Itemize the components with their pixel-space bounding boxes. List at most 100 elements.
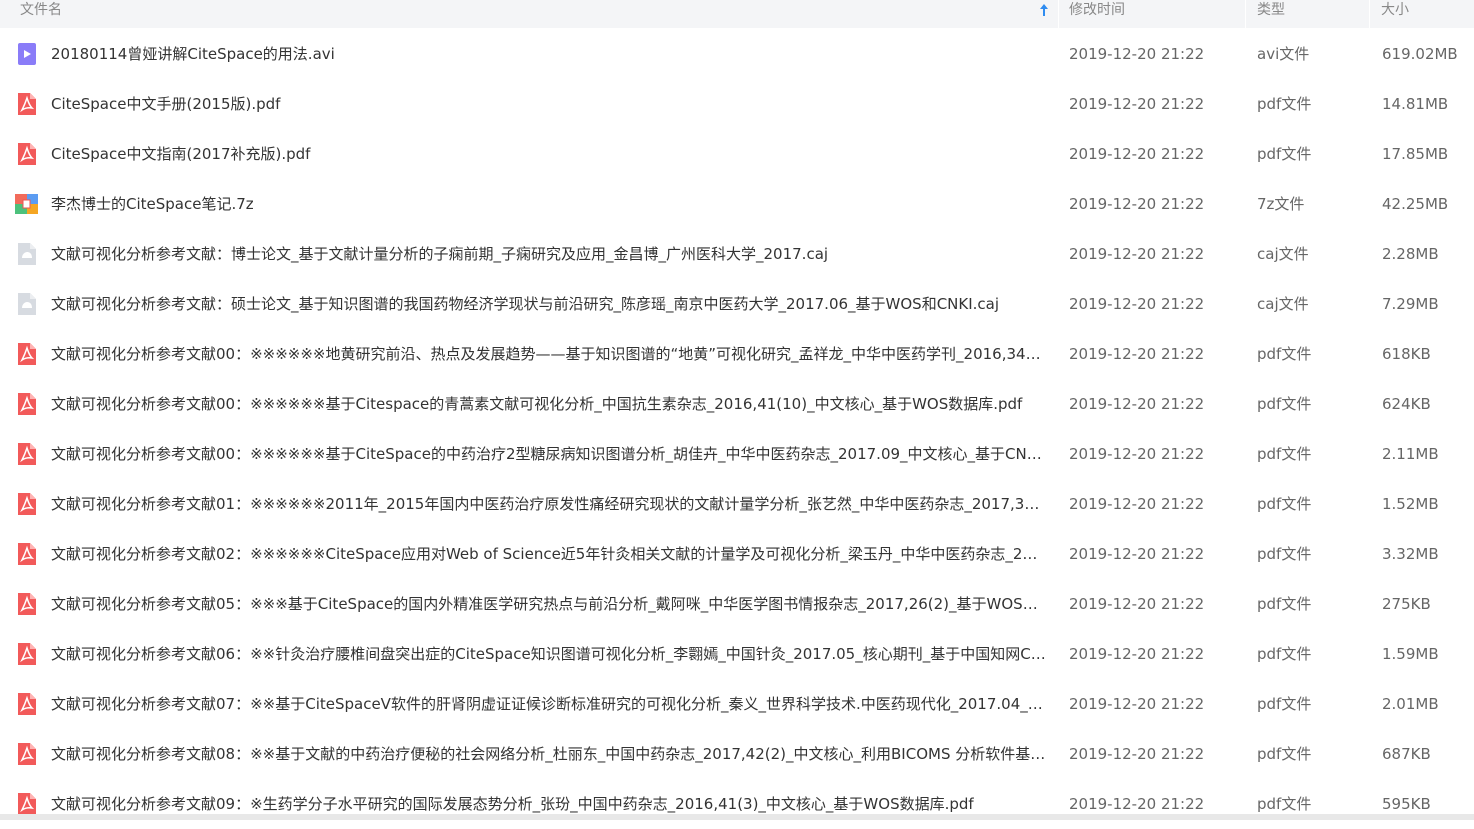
file-name[interactable]: 文献可视化分析参考文献02：※※※※※※CiteSpace应用对Web of S… [51,529,1046,579]
file-modified-time: 2019-12-20 21:22 [1069,745,1205,763]
file-name[interactable]: CiteSpace中文手册(2015版).pdf [51,79,1046,129]
file-size: 2.11MB [1382,445,1439,463]
file-name[interactable]: 文献可视化分析参考文献00：※※※※※※基于CiteSpace的中药治疗2型糖尿… [51,429,1046,479]
file-row[interactable]: 文献可视化分析参考文献00：※※※※※※基于Citespace的青蒿素文献可视化… [0,379,1474,429]
file-size: 687KB [1382,745,1431,763]
file-list-header: 文件名 修改时间 类型 大小 [0,0,1474,28]
file-type: avi文件 [1257,45,1310,63]
file-size: 17.85MB [1382,145,1449,163]
file-name[interactable]: 文献可视化分析参考文献：博士论文_基于文献计量分析的子痫前期_子痫研究及应用_金… [51,229,1046,279]
file-size: 14.81MB [1382,95,1449,113]
file-size: 3.32MB [1382,545,1439,563]
pdf-file-icon [18,793,36,815]
file-type: caj文件 [1257,245,1309,263]
file-size: 42.25MB [1382,195,1449,213]
file-modified-time: 2019-12-20 21:22 [1069,645,1205,663]
file-size: 618KB [1382,345,1431,363]
file-type: pdf文件 [1257,345,1312,363]
file-modified-time: 2019-12-20 21:22 [1069,145,1205,163]
column-header-size[interactable]: 大小 [1361,0,1474,28]
file-row[interactable]: 文献可视化分析参考文献02：※※※※※※CiteSpace应用对Web of S… [0,529,1474,579]
file-size: 619.02MB [1382,45,1458,63]
file-size: 624KB [1382,395,1431,413]
pdf-file-icon [18,393,36,415]
file-modified-time: 2019-12-20 21:22 [1069,245,1205,263]
file-type: pdf文件 [1257,745,1312,763]
caj-file-icon [18,243,36,265]
file-row[interactable]: 文献可视化分析参考文献：博士论文_基于文献计量分析的子痫前期_子痫研究及应用_金… [0,229,1474,279]
file-modified-time: 2019-12-20 21:22 [1069,95,1205,113]
file-size: 1.59MB [1382,645,1439,663]
pdf-file-icon [18,743,36,765]
archive-file-icon [15,194,38,214]
pdf-file-icon [18,493,36,515]
file-size: 275KB [1382,595,1431,613]
file-name[interactable]: 李杰博士的CiteSpace笔记.7z [51,179,1046,229]
column-header-modified[interactable]: 修改时间 [1049,0,1245,28]
file-row[interactable]: 文献可视化分析参考文献01：※※※※※※2011年_2015年国内中医药治疗原发… [0,479,1474,529]
file-modified-time: 2019-12-20 21:22 [1069,195,1205,213]
file-row[interactable]: 文献可视化分析参考文献05：※※※基于CiteSpace的国内外精准医学研究热点… [0,579,1474,629]
pdf-file-icon [18,143,36,165]
pdf-file-icon [18,593,36,615]
file-modified-time: 2019-12-20 21:22 [1069,395,1205,413]
column-header-name[interactable]: 文件名 [0,0,1058,28]
file-modified-time: 2019-12-20 21:22 [1069,445,1205,463]
file-type: pdf文件 [1257,795,1312,813]
file-type: pdf文件 [1257,145,1312,163]
file-name[interactable]: 文献可视化分析参考文献00：※※※※※※地黄研究前沿、热点及发展趋势——基于知识… [51,329,1046,379]
file-size: 595KB [1382,795,1431,813]
file-name[interactable]: 20180114曾娅讲解CiteSpace的用法.avi [51,29,1046,79]
file-row[interactable]: CiteSpace中文手册(2015版).pdf 2019-12-20 21:22… [0,79,1474,129]
file-type: pdf文件 [1257,495,1312,513]
file-type: pdf文件 [1257,545,1312,563]
file-name[interactable]: 文献可视化分析参考文献05：※※※基于CiteSpace的国内外精准医学研究热点… [51,579,1046,629]
file-size: 1.52MB [1382,495,1439,513]
file-modified-time: 2019-12-20 21:22 [1069,545,1205,563]
file-type: pdf文件 [1257,395,1312,413]
file-modified-time: 2019-12-20 21:22 [1069,595,1205,613]
file-modified-time: 2019-12-20 21:22 [1069,295,1205,313]
file-name[interactable]: 文献可视化分析参考文献01：※※※※※※2011年_2015年国内中医药治疗原发… [51,479,1046,529]
file-row[interactable]: 文献可视化分析参考文献00：※※※※※※地黄研究前沿、热点及发展趋势——基于知识… [0,329,1474,379]
file-type: pdf文件 [1257,445,1312,463]
pdf-file-icon [18,643,36,665]
file-type: caj文件 [1257,295,1309,313]
file-modified-time: 2019-12-20 21:22 [1069,45,1205,63]
file-modified-time: 2019-12-20 21:22 [1069,795,1205,813]
file-type: pdf文件 [1257,645,1312,663]
file-name[interactable]: 文献可视化分析参考文献09：※生药学分子水平研究的国际发展态势分析_张玢_中国中… [51,779,1046,829]
horizontal-scrollbar[interactable] [0,814,1474,820]
file-name[interactable]: 文献可视化分析参考文献06：※※针灸治疗腰椎间盘突出症的CiteSpace知识图… [51,629,1046,679]
file-type: pdf文件 [1257,595,1312,613]
file-row[interactable]: 文献可视化分析参考文献06：※※针灸治疗腰椎间盘突出症的CiteSpace知识图… [0,629,1474,679]
file-size: 2.01MB [1382,695,1439,713]
file-size: 7.29MB [1382,295,1439,313]
video-file-icon [18,43,36,65]
file-size: 2.28MB [1382,245,1439,263]
file-row[interactable]: 文献可视化分析参考文献：硕士论文_基于知识图谱的我国药物经济学现状与前沿研究_陈… [0,279,1474,329]
file-type: pdf文件 [1257,95,1312,113]
file-modified-time: 2019-12-20 21:22 [1069,495,1205,513]
file-modified-time: 2019-12-20 21:22 [1069,345,1205,363]
file-name[interactable]: 文献可视化分析参考文献：硕士论文_基于知识图谱的我国药物经济学现状与前沿研究_陈… [51,279,1046,329]
file-row[interactable]: 20180114曾娅讲解CiteSpace的用法.avi 2019-12-20 2… [0,29,1474,79]
file-row[interactable]: 文献可视化分析参考文献08：※※基于文献的中药治疗便秘的社会网络分析_杜丽东_中… [0,729,1474,779]
column-header-type[interactable]: 类型 [1237,0,1369,28]
file-name[interactable]: 文献可视化分析参考文献08：※※基于文献的中药治疗便秘的社会网络分析_杜丽东_中… [51,729,1046,779]
file-type: pdf文件 [1257,695,1312,713]
pdf-file-icon [18,443,36,465]
file-name[interactable]: 文献可视化分析参考文献00：※※※※※※基于Citespace的青蒿素文献可视化… [51,379,1046,429]
caj-file-icon [18,293,36,315]
pdf-file-icon [18,343,36,365]
file-type: 7z文件 [1257,195,1305,213]
file-row[interactable]: 文献可视化分析参考文献09：※生药学分子水平研究的国际发展态势分析_张玢_中国中… [0,779,1474,829]
file-row[interactable]: CiteSpace中文指南(2017补充版).pdf 2019-12-20 21:… [0,129,1474,179]
file-row[interactable]: 李杰博士的CiteSpace笔记.7z 2019-12-20 21:22 7z文件 4… [0,179,1474,229]
file-row[interactable]: 文献可视化分析参考文献00：※※※※※※基于CiteSpace的中药治疗2型糖尿… [0,429,1474,479]
file-row[interactable]: 文献可视化分析参考文献07：※※基于CiteSpaceⅤ软件的肝肾阴虚证证候诊断… [0,679,1474,729]
file-name[interactable]: CiteSpace中文指南(2017补充版).pdf [51,129,1046,179]
pdf-file-icon [18,693,36,715]
pdf-file-icon [18,543,36,565]
file-name[interactable]: 文献可视化分析参考文献07：※※基于CiteSpaceⅤ软件的肝肾阴虚证证候诊断… [51,679,1046,729]
